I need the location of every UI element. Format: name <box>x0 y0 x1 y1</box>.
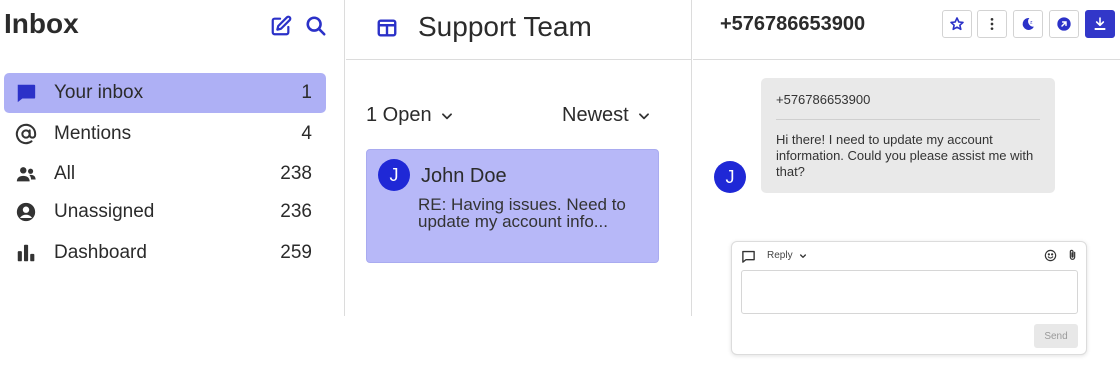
comment-icon <box>742 250 755 263</box>
message-preview: RE: Having issues. Need to update my acc… <box>418 195 626 231</box>
send-button[interactable]: Send <box>1034 324 1078 348</box>
reply-composer: Reply Send <box>731 241 1087 355</box>
chevron-down-icon <box>638 112 649 119</box>
chat-bubble-icon <box>4 82 48 104</box>
message-text: Hi there! I need to update my account in… <box>776 132 1034 179</box>
people-icon <box>4 163 48 185</box>
team-name: Support Team <box>418 11 592 42</box>
snooze-button[interactable]: z <box>1013 10 1043 38</box>
sidebar-item-mentions[interactable]: Mentions 4 <box>4 114 326 154</box>
conversation-header: +576786653900 z <box>693 0 1120 60</box>
open-external-button[interactable] <box>1049 10 1079 38</box>
star-icon <box>950 17 964 31</box>
open-circle-icon <box>1057 17 1071 31</box>
search-icon[interactable] <box>303 13 329 39</box>
bar-chart-icon <box>4 242 48 264</box>
avatar: J <box>714 161 746 193</box>
sidebar-item-unassigned[interactable]: Unassigned 236 <box>4 192 326 232</box>
more-options-button[interactable] <box>977 10 1007 38</box>
sort-dropdown[interactable]: Newest <box>562 104 651 127</box>
sidebar-item-label: Your inbox <box>54 82 144 103</box>
conversation-card[interactable]: J John Doe RE: Having issues. Need to up… <box>366 149 659 263</box>
download-button[interactable] <box>1085 10 1115 38</box>
moon-icon: z <box>1022 17 1034 30</box>
svg-text:z: z <box>1030 20 1033 25</box>
sidebar-item-label: Dashboard <box>54 242 147 263</box>
download-icon <box>1094 17 1106 30</box>
sidebar-item-count: 1 <box>301 82 312 103</box>
sidebar-item-all[interactable]: All 238 <box>4 154 326 194</box>
star-button[interactable] <box>942 10 972 38</box>
reply-input[interactable] <box>741 270 1078 314</box>
avatar: J <box>378 159 410 191</box>
team-header: Support Team <box>346 0 692 60</box>
at-sign-icon <box>4 123 48 145</box>
status-filter-dropdown[interactable]: 1 Open <box>366 104 454 127</box>
inbox-sidebar: Inbox Your inbox 1 Mentions 4 All 238 Un… <box>0 0 345 316</box>
sidebar-item-count: 236 <box>280 201 312 222</box>
person-circle-icon <box>4 201 48 223</box>
chevron-down-icon <box>799 253 806 258</box>
reply-mode-dropdown[interactable]: Reply <box>767 250 807 261</box>
sort-label: Newest <box>562 104 629 126</box>
message-bubble: +576786653900 Hi there! I need to update… <box>761 78 1055 193</box>
sidebar-item-label: Unassigned <box>54 201 155 222</box>
status-filter-label: 1 Open <box>366 104 432 126</box>
chevron-down-icon <box>441 112 452 119</box>
message-divider <box>776 119 1040 120</box>
sidebar-title: Inbox <box>4 8 79 39</box>
reply-mode-label: Reply <box>767 250 793 261</box>
layout-columns-icon[interactable] <box>376 17 398 39</box>
contact-phone: +576786653900 <box>720 13 866 35</box>
sidebar-item-label: Mentions <box>54 123 132 144</box>
compose-icon[interactable] <box>268 13 294 39</box>
sidebar-item-label: All <box>54 163 76 184</box>
contact-name: John Doe <box>421 165 507 187</box>
sidebar-item-your-inbox[interactable]: Your inbox 1 <box>4 73 326 113</box>
message-sender: +576786653900 <box>776 92 871 107</box>
conversation-detail-panel: +576786653900 z +576786653900 Hi there! … <box>693 0 1120 374</box>
emoji-icon[interactable] <box>1044 249 1057 262</box>
conversation-list-panel: Support Team 1 Open Newest J John Doe RE… <box>346 0 692 316</box>
paperclip-icon[interactable] <box>1066 248 1079 262</box>
sidebar-item-dashboard[interactable]: Dashboard 259 <box>4 233 326 273</box>
more-vertical-icon <box>990 18 994 30</box>
sidebar-item-count: 238 <box>280 163 312 184</box>
sidebar-item-count: 4 <box>301 123 312 144</box>
sidebar-item-count: 259 <box>280 242 312 263</box>
